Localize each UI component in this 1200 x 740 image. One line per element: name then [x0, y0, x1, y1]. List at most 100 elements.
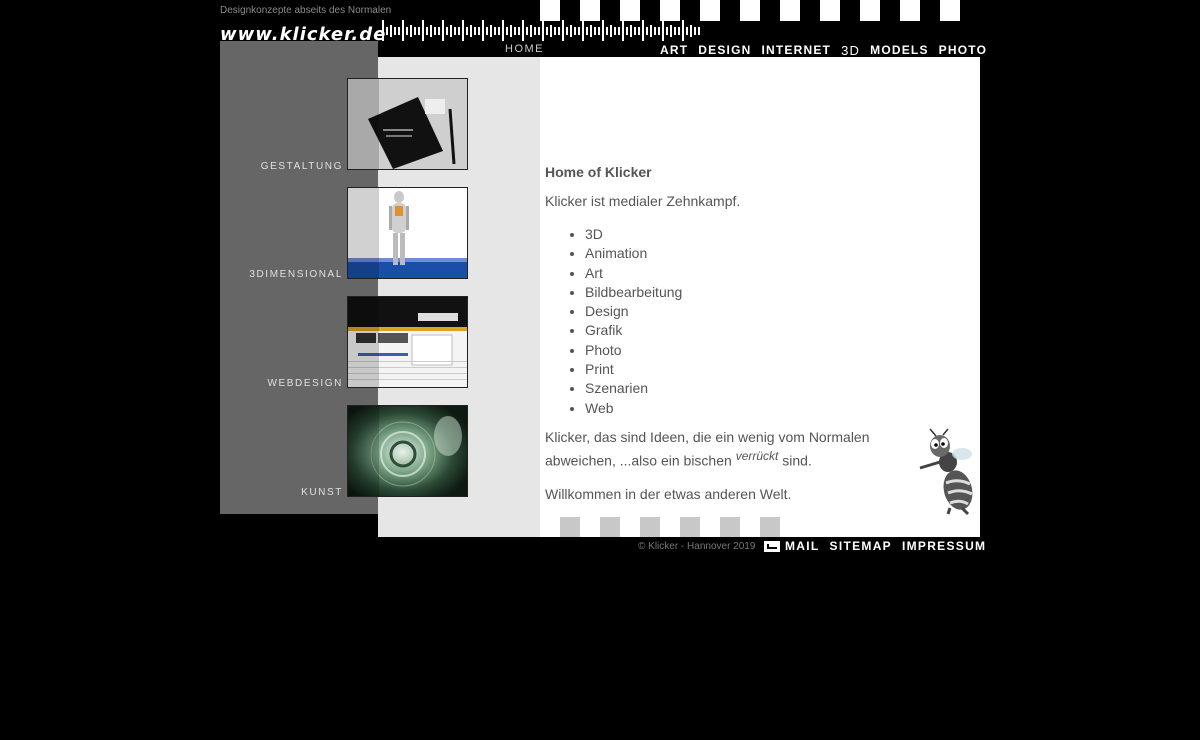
ruler-tick — [554, 26, 556, 35]
ruler-tick — [422, 20, 424, 41]
ruler-tick — [582, 20, 584, 41]
services-list: 3D Animation Art Bildbearbeitung Design … — [545, 225, 875, 418]
ruler-tick — [610, 24, 612, 37]
ruler-tick — [430, 24, 432, 37]
list-item: 3D — [585, 225, 875, 244]
ruler-tick — [650, 24, 652, 37]
thumb-kunst[interactable] — [347, 405, 468, 497]
list-item: Art — [585, 264, 875, 283]
nav-photo-link[interactable]: PHOTO — [939, 43, 987, 58]
ruler-tick — [678, 26, 680, 35]
sidebar-item-webdesign[interactable]: WEBDESIGN — [267, 378, 343, 389]
nav-art-link[interactable]: ART — [660, 43, 688, 58]
bee-mascot-icon — [919, 428, 973, 516]
ruler-tick — [622, 20, 624, 41]
ruler-tick — [578, 26, 580, 35]
top-navigation: ART DESIGN INTERNET 3D MODELS PHOTO — [660, 43, 987, 58]
ruler-tick — [546, 26, 548, 35]
list-item: Design — [585, 302, 875, 321]
ruler-tick — [418, 26, 420, 35]
ruler-tick — [690, 24, 692, 37]
site-tagline: Designkonzepte abseits des Normalen — [220, 5, 392, 16]
film-square — [640, 517, 660, 537]
ruler-tick — [538, 26, 540, 35]
ruler-tick — [442, 20, 444, 41]
ruler-tick — [638, 26, 640, 35]
ruler-tick — [558, 26, 560, 35]
ruler-tick — [606, 26, 608, 35]
ruler-tick — [670, 24, 672, 37]
ruler-tick — [490, 24, 492, 37]
sidebar-item-3dimensional[interactable]: 3DIMENSIONAL — [249, 269, 343, 280]
ruler-tick — [614, 26, 616, 35]
film-square — [740, 0, 760, 21]
list-item: Szenarien — [585, 379, 875, 398]
film-square — [560, 517, 580, 537]
footer-navigation: MAIL SITEMAP IMPRESSUM — [764, 539, 986, 553]
ruler-tick — [602, 20, 604, 41]
ruler-tick — [450, 24, 452, 37]
film-square — [600, 517, 620, 537]
film-square — [680, 517, 700, 537]
ruler-tick — [598, 26, 600, 35]
page-title: Home of Klicker — [545, 164, 652, 180]
footer-mail-link[interactable]: MAIL — [785, 539, 820, 553]
film-squares-top — [540, 0, 980, 21]
ruler-tick — [586, 26, 588, 35]
nav-3d-link[interactable]: 3D — [841, 43, 860, 58]
ruler-tick — [594, 26, 596, 35]
ruler-tick — [474, 26, 476, 35]
ruler-tick — [382, 20, 384, 41]
list-item: Animation — [585, 244, 875, 263]
welcome-text: Willkommen in der etwas anderen Welt. — [545, 485, 792, 502]
ruler-tick — [634, 26, 636, 35]
ruler-tick — [506, 26, 508, 35]
film-square — [820, 0, 840, 21]
thumb-gestaltung[interactable] — [347, 78, 468, 170]
ruler-tick — [526, 26, 528, 35]
film-square — [760, 517, 780, 537]
ruler-tick — [662, 20, 664, 41]
ruler-tick — [466, 26, 468, 35]
film-square — [860, 0, 880, 21]
ruler-tick — [658, 26, 660, 35]
ruler-tick — [626, 26, 628, 35]
ruler-tick — [470, 24, 472, 37]
ruler-tick — [446, 26, 448, 35]
nav-models-link[interactable]: MODELS — [870, 43, 929, 58]
ruler-tick — [390, 24, 392, 37]
nav-internet-link[interactable]: INTERNET — [761, 43, 831, 58]
thumb-webdesign[interactable] — [347, 296, 468, 388]
nav-home-link[interactable]: HOME — [505, 43, 544, 55]
ruler-tick — [682, 20, 684, 41]
film-square — [660, 0, 680, 21]
ruler-tick — [642, 20, 644, 41]
emphasis-word: verrückt — [735, 448, 779, 463]
ruler-tick — [570, 24, 572, 37]
ruler-tick — [654, 26, 656, 35]
ruler-tick — [686, 26, 688, 35]
ruler-tick — [530, 24, 532, 37]
footer-impressum-link[interactable]: IMPRESSUM — [902, 539, 986, 553]
ruler-decoration — [382, 20, 700, 41]
ruler-tick — [590, 24, 592, 37]
sidebar-item-gestaltung[interactable]: GESTALTUNG — [261, 161, 343, 172]
nav-design-link[interactable]: DESIGN — [698, 43, 751, 58]
film-squares-bottom — [560, 517, 790, 537]
description-end: sind. — [782, 452, 812, 469]
thumb-3dimensional[interactable] — [347, 187, 468, 279]
mail-icon[interactable] — [764, 540, 780, 552]
ruler-tick — [454, 26, 456, 35]
sidebar-item-kunst[interactable]: KUNST — [301, 487, 343, 498]
film-square — [780, 0, 800, 21]
ruler-tick — [486, 26, 488, 35]
ruler-tick — [414, 26, 416, 35]
ruler-tick — [402, 20, 404, 41]
list-item: Photo — [585, 341, 875, 360]
footer-sitemap-link[interactable]: SITEMAP — [830, 539, 892, 553]
intro-text: Klicker ist medialer Zehnkampf. — [545, 193, 741, 209]
ruler-tick — [502, 20, 504, 41]
film-square — [900, 0, 920, 21]
ruler-tick — [386, 26, 388, 35]
description-text: Klicker, das sind Ideen, die ein wenig v… — [545, 428, 870, 469]
